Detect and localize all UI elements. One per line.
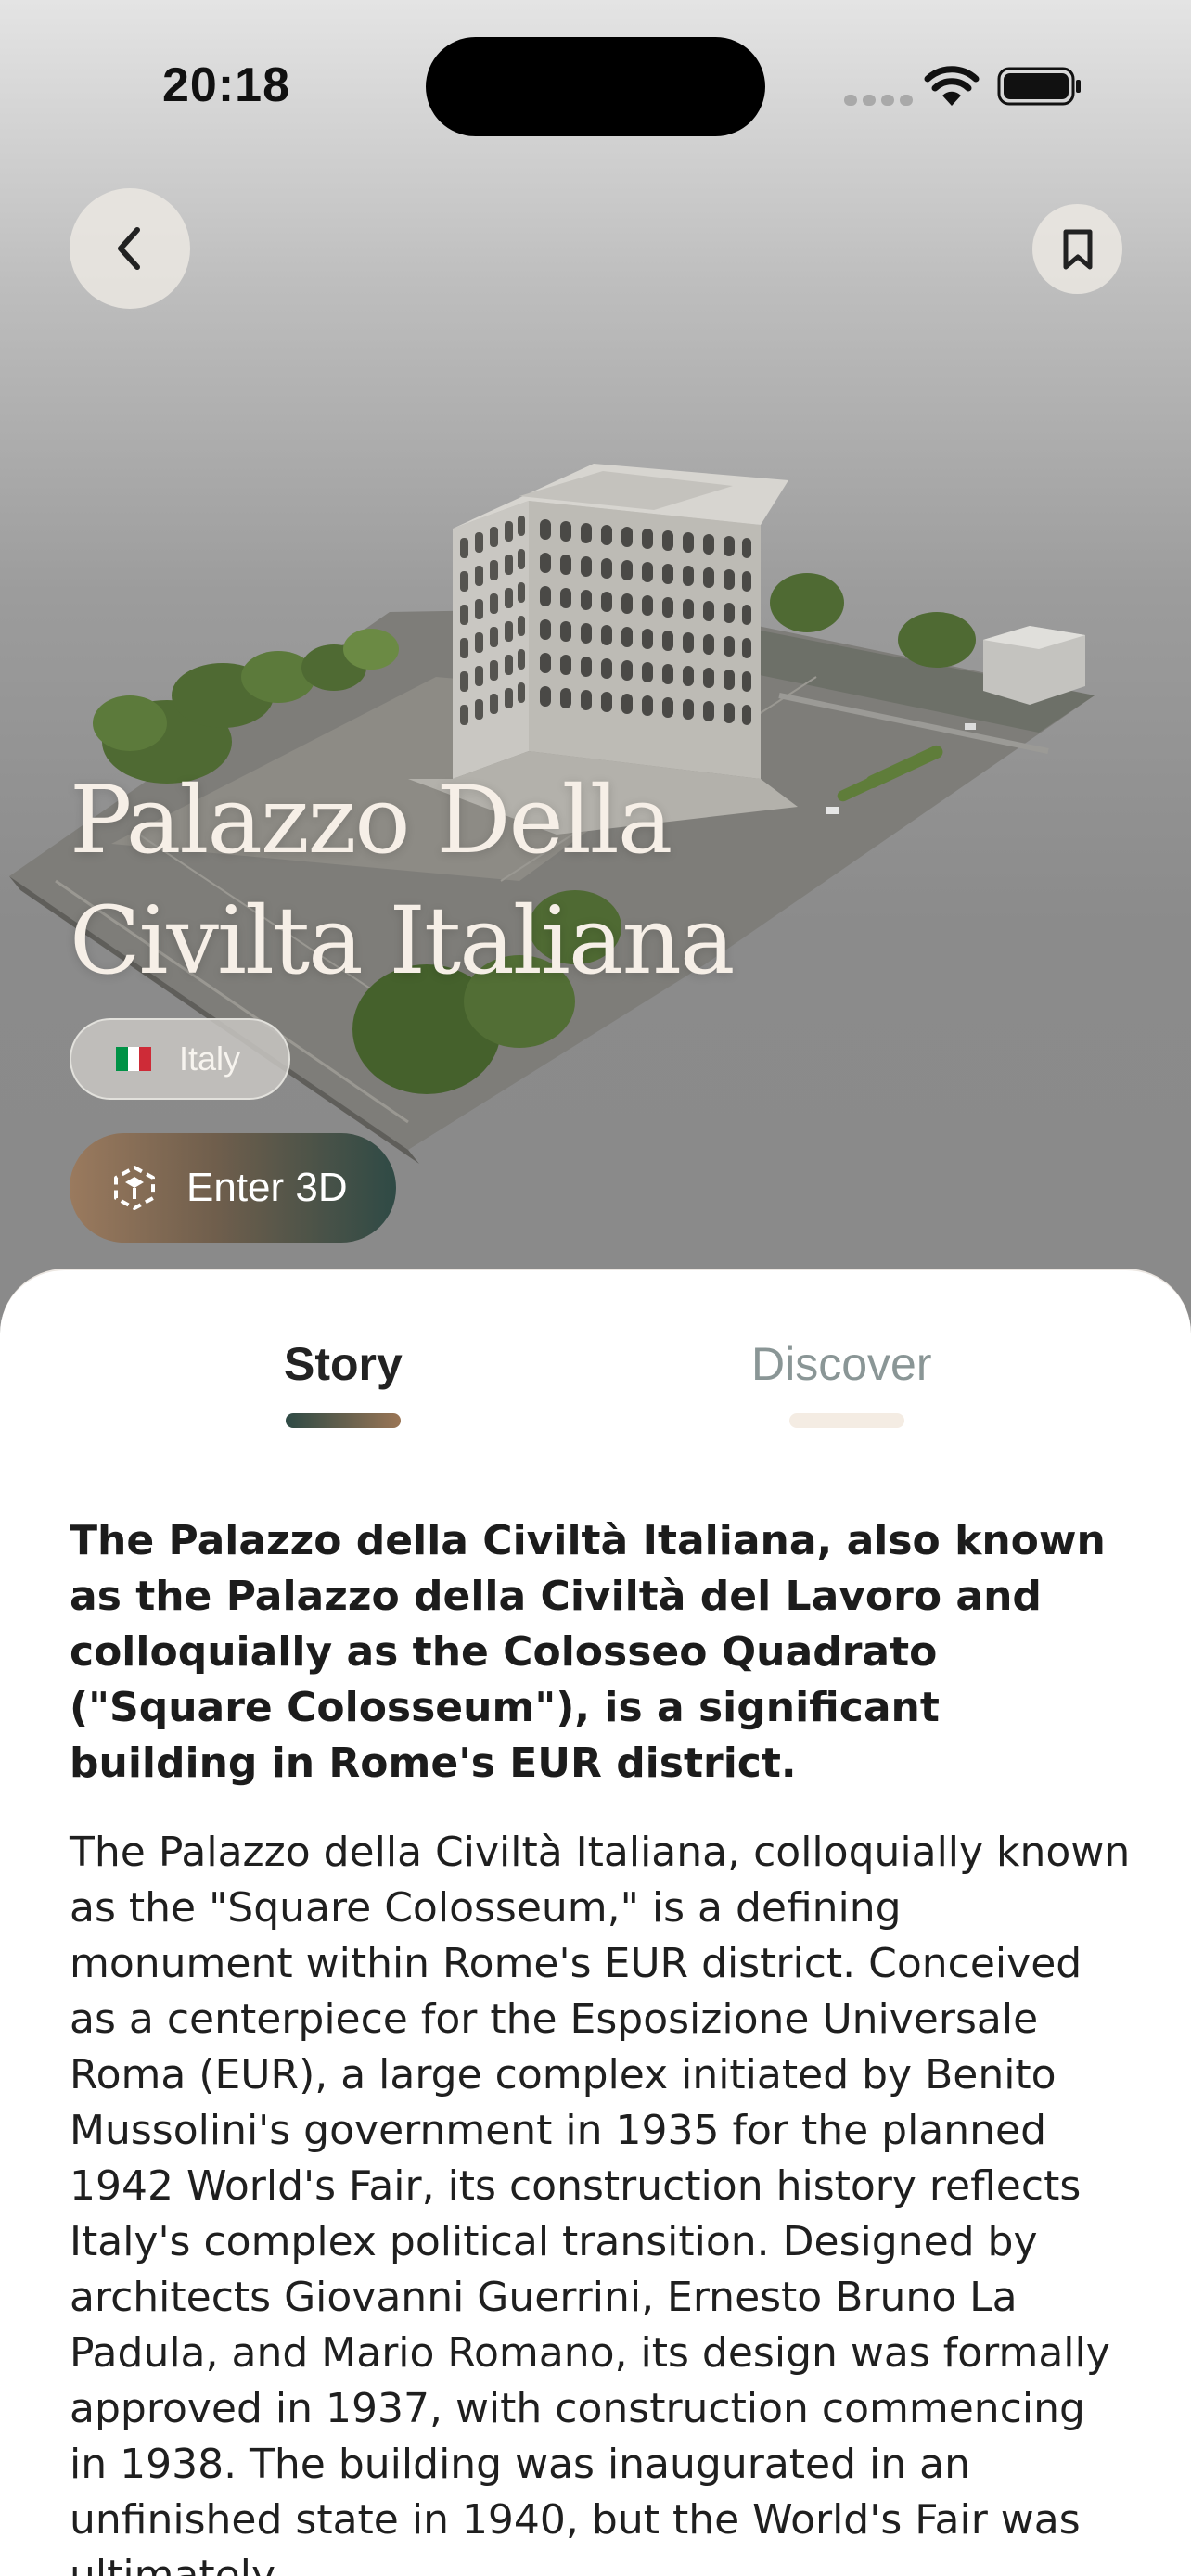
- wifi-icon: [924, 66, 980, 106]
- chevron-left-icon: [118, 227, 140, 270]
- battery-icon: [997, 67, 1081, 106]
- status-time: 20:18: [162, 58, 290, 112]
- story-lead-paragraph: The Palazzo della Civiltà Italiana, also…: [70, 1517, 1106, 1787]
- country-label: Italy: [179, 1039, 241, 1078]
- hero-section: 20:18 Palazzo Della Civilta Italiana Ita…: [0, 0, 1191, 1317]
- content-sheet: Story Discover The Palazzo della Civiltà…: [0, 1269, 1191, 2576]
- cellular-signal-icon: [844, 94, 918, 110]
- italy-flag-icon: [116, 1047, 152, 1071]
- bookmark-icon: [1063, 229, 1092, 269]
- tab-story-indicator: [286, 1413, 401, 1428]
- back-button[interactable]: [70, 188, 190, 309]
- cube-icon: [114, 1166, 155, 1210]
- bookmark-button[interactable]: [1032, 204, 1122, 294]
- enter-3d-label: Enter 3D: [186, 1165, 348, 1210]
- country-chip[interactable]: Italy: [70, 1018, 290, 1100]
- place-title: Palazzo Della Civilta Italiana: [70, 766, 735, 995]
- enter-3d-button[interactable]: Enter 3D: [70, 1133, 396, 1243]
- status-bar: 20:18: [0, 0, 1191, 158]
- story-body-paragraph: The Palazzo della Civiltà Italiana, coll…: [70, 1829, 1131, 2576]
- tab-story[interactable]: Story: [284, 1337, 403, 1391]
- tab-discover[interactable]: Discover: [751, 1337, 931, 1391]
- dynamic-island: [426, 37, 765, 136]
- tab-discover-indicator: [789, 1413, 904, 1428]
